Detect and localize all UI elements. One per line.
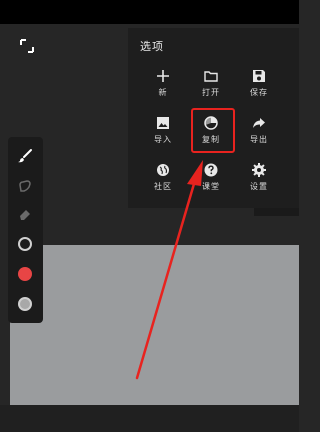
open-button[interactable]: 打开: [188, 64, 234, 106]
settings-button[interactable]: 设置: [236, 158, 282, 200]
left-toolbar: [8, 137, 43, 323]
opacity-icon[interactable]: [14, 293, 36, 315]
folder-icon: [204, 71, 218, 82]
export-button[interactable]: 导出: [236, 111, 282, 153]
import-button[interactable]: 导入: [140, 111, 186, 153]
brush-size-icon[interactable]: [14, 233, 36, 255]
new-button[interactable]: 新: [140, 64, 186, 106]
brush-icon[interactable]: [14, 145, 36, 167]
panel-edge: [254, 208, 299, 216]
import-label: 导入: [154, 135, 172, 144]
save-icon: [253, 70, 265, 82]
highlight-box: [191, 108, 235, 153]
tutorial-label: 课堂: [202, 182, 220, 191]
smudge-icon[interactable]: [14, 175, 36, 197]
eraser-icon[interactable]: [14, 203, 36, 225]
image-icon: [157, 117, 169, 129]
tutorial-button[interactable]: 课堂: [188, 158, 234, 200]
save-button[interactable]: 保存: [236, 64, 282, 106]
status-bar: [0, 0, 299, 24]
drawing-canvas[interactable]: [10, 245, 299, 405]
globe-icon: [157, 164, 169, 176]
settings-label: 设置: [250, 182, 268, 191]
new-label: 新: [158, 88, 168, 97]
bottom-bar: [0, 405, 299, 432]
save-label: 保存: [250, 88, 268, 97]
help-icon: [204, 163, 218, 177]
gear-icon: [252, 163, 266, 177]
export-label: 导出: [250, 135, 268, 144]
open-label: 打开: [202, 88, 220, 97]
expand-icon[interactable]: [20, 38, 34, 53]
panel-title: 选项: [140, 40, 164, 53]
color-swatch[interactable]: [14, 263, 36, 285]
plus-icon: [157, 70, 169, 82]
community-button[interactable]: 社区: [140, 158, 186, 200]
active-color-dot: [18, 267, 32, 281]
share-icon: [253, 118, 265, 128]
community-label: 社区: [154, 182, 172, 191]
